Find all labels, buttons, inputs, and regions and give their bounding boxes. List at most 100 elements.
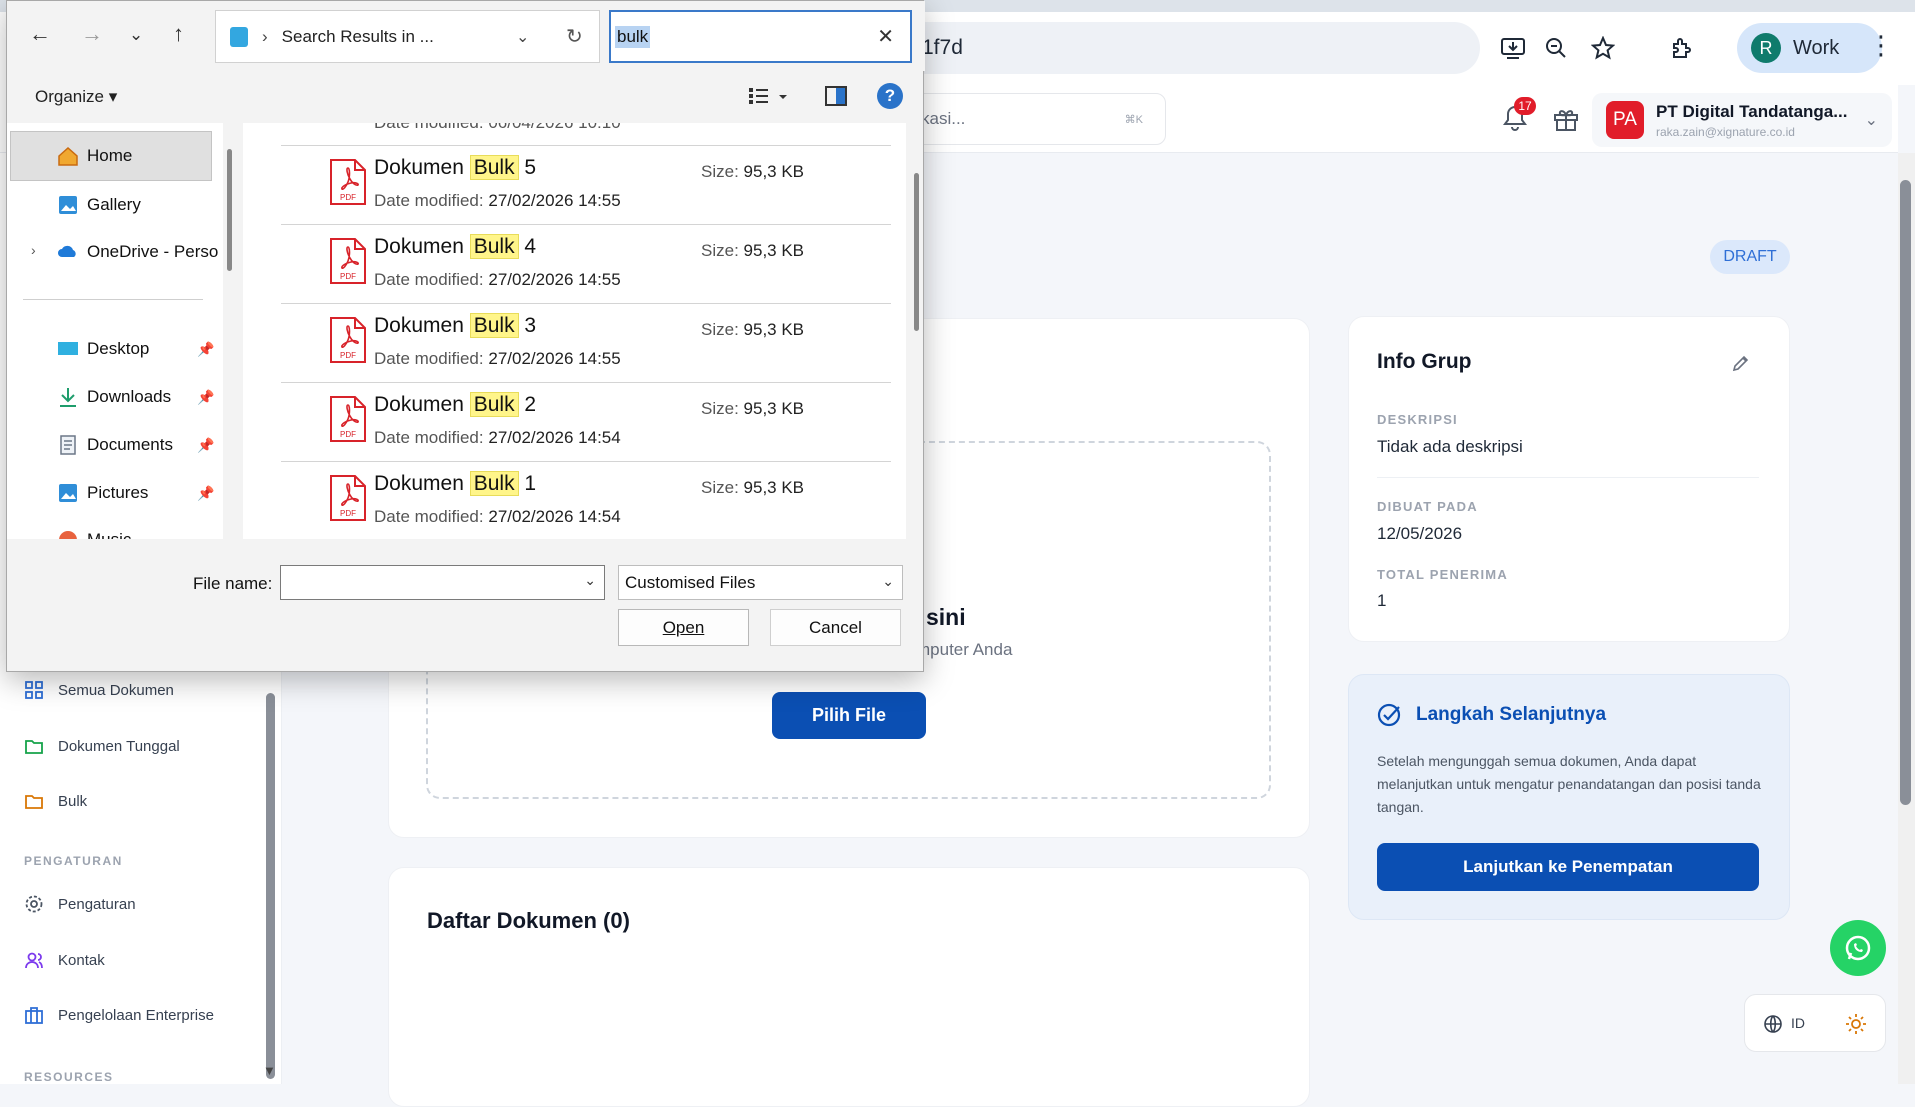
forward-arrow-icon[interactable]: → bbox=[81, 21, 103, 47]
recent-locations-chevron-icon[interactable]: ⌄ bbox=[129, 25, 143, 45]
download-icon bbox=[60, 388, 76, 407]
up-arrow-icon[interactable]: ↑ bbox=[173, 21, 184, 47]
pin-icon[interactable]: 📌 bbox=[197, 341, 214, 358]
preview-pane-icon[interactable] bbox=[825, 86, 847, 106]
sun-icon[interactable] bbox=[1845, 1013, 1867, 1035]
dialog-command-bar: Organize ▾ ? bbox=[7, 73, 925, 121]
gift-icon[interactable] bbox=[1552, 105, 1580, 133]
extensions-icon[interactable] bbox=[1664, 30, 1700, 66]
pin-icon[interactable]: 📌 bbox=[197, 485, 214, 502]
file-name: Dokumen Bulk 1 bbox=[374, 471, 536, 496]
install-app-icon[interactable] bbox=[1495, 30, 1531, 66]
scroll-down-arrow-icon[interactable]: ▼ bbox=[263, 1063, 276, 1078]
size-label: Size: bbox=[701, 162, 739, 181]
file-row[interactable]: PDF Dokumen Bulk 5 Date modified: 27/02/20… bbox=[281, 145, 891, 224]
file-row[interactable]: PDF Dokumen Bulk 4 Date modified: 27/02/20… bbox=[281, 224, 891, 303]
open-button[interactable]: Open bbox=[618, 609, 749, 646]
language-code[interactable]: ID bbox=[1791, 1015, 1805, 1031]
date-label: Date modified: bbox=[374, 191, 484, 210]
file-date: Date modified: 27/02/2026 14:55 bbox=[374, 191, 621, 211]
continue-to-placement-button[interactable]: Lanjutkan ke Penempatan bbox=[1377, 843, 1759, 891]
nav-item-documents[interactable]: Documents bbox=[57, 434, 173, 456]
org-name: PT Digital Tandatanga... bbox=[1656, 101, 1848, 121]
briefcase-icon bbox=[25, 1007, 43, 1024]
file-name: Dokumen Bulk 3 bbox=[374, 313, 536, 338]
nav-item-gallery[interactable]: Gallery bbox=[57, 194, 141, 216]
nav-item-downloads[interactable]: Downloads bbox=[57, 386, 171, 408]
zoom-icon[interactable] bbox=[1538, 30, 1574, 66]
close-icon[interactable]: ✕ bbox=[877, 24, 894, 49]
users-icon bbox=[25, 952, 43, 969]
search-match-highlight: Bulk bbox=[469, 471, 519, 496]
svg-text:PDF: PDF bbox=[340, 272, 356, 281]
file-name-suffix: 2 bbox=[518, 393, 537, 416]
svg-text:PDF: PDF bbox=[340, 430, 356, 439]
file-name-prefix: Dokumen bbox=[374, 156, 470, 179]
sidebar-item-semua-dokumen[interactable]: Semua Dokumen bbox=[24, 680, 174, 700]
pin-icon[interactable]: 📌 bbox=[197, 437, 214, 454]
file-size: Size: 95,3 KB bbox=[701, 320, 804, 340]
sidebar-item-kontak[interactable]: Kontak bbox=[24, 950, 105, 970]
sidebar-scrollbar[interactable] bbox=[266, 693, 275, 1079]
date-label: Date modified: bbox=[374, 270, 484, 289]
chevron-down-icon[interactable]: ⌄ bbox=[584, 572, 596, 589]
file-row[interactable]: PDF Dokumen Bulk 1 Date modified: 27/02/20… bbox=[281, 461, 891, 539]
profile-button[interactable]: R Work bbox=[1737, 23, 1882, 73]
file-name-suffix: 5 bbox=[518, 156, 537, 179]
size-label: Size: bbox=[701, 241, 739, 260]
nav-item-onedrive[interactable]: OneDrive - Perso bbox=[57, 241, 218, 263]
organize-menu[interactable]: Organize ▾ bbox=[35, 87, 117, 107]
file-name: Dokumen Bulk 5 bbox=[374, 155, 537, 180]
dialog-search-input[interactable]: bulk ✕ bbox=[609, 10, 912, 63]
file-type-select[interactable]: Customised Files ⌄ bbox=[618, 565, 903, 600]
view-options-icon[interactable] bbox=[747, 85, 791, 107]
sidebar-item-pengaturan[interactable]: Pengaturan bbox=[24, 894, 136, 914]
nav-pane-scrollbar[interactable] bbox=[227, 149, 232, 271]
file-size: Size: 95,3 KB bbox=[701, 478, 804, 498]
file-row[interactable]: PDF Dokumen Bulk 2 Date modified: 27/02/20… bbox=[281, 382, 891, 461]
results-scrollbar[interactable] bbox=[914, 173, 919, 331]
nav-item-label: Gallery bbox=[87, 195, 141, 214]
pin-icon[interactable]: 📌 bbox=[197, 389, 214, 406]
sidebar-item-dokumen-tunggal[interactable]: Dokumen Tunggal bbox=[24, 736, 180, 756]
locale-theme-bar: ID bbox=[1744, 994, 1886, 1052]
whatsapp-button[interactable] bbox=[1830, 920, 1886, 976]
organization-switcher[interactable]: PA PT Digital Tandatanga... raka.zain@xi… bbox=[1592, 93, 1892, 147]
address-bar[interactable]: 1f7d bbox=[900, 22, 1480, 74]
globe-icon[interactable] bbox=[1763, 1014, 1783, 1034]
sidebar-item-label: Kontak bbox=[58, 951, 105, 969]
nav-item-pictures[interactable]: Pictures bbox=[57, 482, 148, 504]
file-name-input[interactable]: ⌄ bbox=[280, 565, 605, 600]
expand-chevron-icon[interactable]: › bbox=[31, 242, 36, 258]
browser-menu-icon[interactable]: ⋮ bbox=[1868, 30, 1894, 61]
date-label: Date modified: bbox=[374, 349, 484, 368]
pdf-file-icon: PDF bbox=[330, 238, 366, 284]
sidebar-item-bulk[interactable]: Bulk bbox=[24, 791, 87, 811]
sidebar-item-pengelolaan-enterprise[interactable]: Pengelolaan Enterprise bbox=[24, 1005, 214, 1025]
back-arrow-icon[interactable]: ← bbox=[29, 21, 51, 47]
created-at-label: DIBUAT PADA bbox=[1377, 499, 1478, 514]
bookmark-star-icon[interactable] bbox=[1585, 30, 1621, 66]
nav-item-home[interactable]: Home bbox=[57, 145, 132, 167]
file-name-label: File name: bbox=[193, 574, 273, 593]
date-value: 27/02/2026 14:54 bbox=[488, 428, 621, 447]
file-size: Size: 95,3 KB bbox=[701, 241, 804, 261]
file-name: Dokumen Bulk 4 bbox=[374, 234, 536, 259]
page-scrollbar-thumb[interactable] bbox=[1900, 180, 1911, 805]
address-breadcrumb[interactable]: › Search Results in ... ⌄ ↻ bbox=[215, 10, 600, 63]
app-search-placeholder: kasi... bbox=[921, 109, 966, 128]
nav-item-desktop[interactable]: Desktop bbox=[57, 338, 149, 360]
file-row[interactable]: PDF Dokumen Bulk 3 Date modified: 27/02/20… bbox=[281, 303, 891, 382]
pick-file-button[interactable]: Pilih File bbox=[772, 692, 926, 739]
settings-section-heading: PENGATURAN bbox=[24, 854, 123, 868]
search-match-highlight: Bulk bbox=[469, 155, 519, 180]
refresh-icon[interactable]: ↻ bbox=[566, 24, 583, 49]
nav-item-music[interactable]: Music bbox=[57, 529, 131, 539]
sidebar-item-label: Bulk bbox=[58, 792, 88, 810]
cancel-button[interactable]: Cancel bbox=[770, 609, 901, 646]
svg-text:PDF: PDF bbox=[340, 351, 356, 360]
help-icon[interactable]: ? bbox=[877, 83, 903, 109]
edit-pencil-icon[interactable] bbox=[1731, 353, 1751, 373]
grid-icon bbox=[25, 681, 43, 699]
chevron-down-icon[interactable]: ⌄ bbox=[516, 27, 529, 47]
